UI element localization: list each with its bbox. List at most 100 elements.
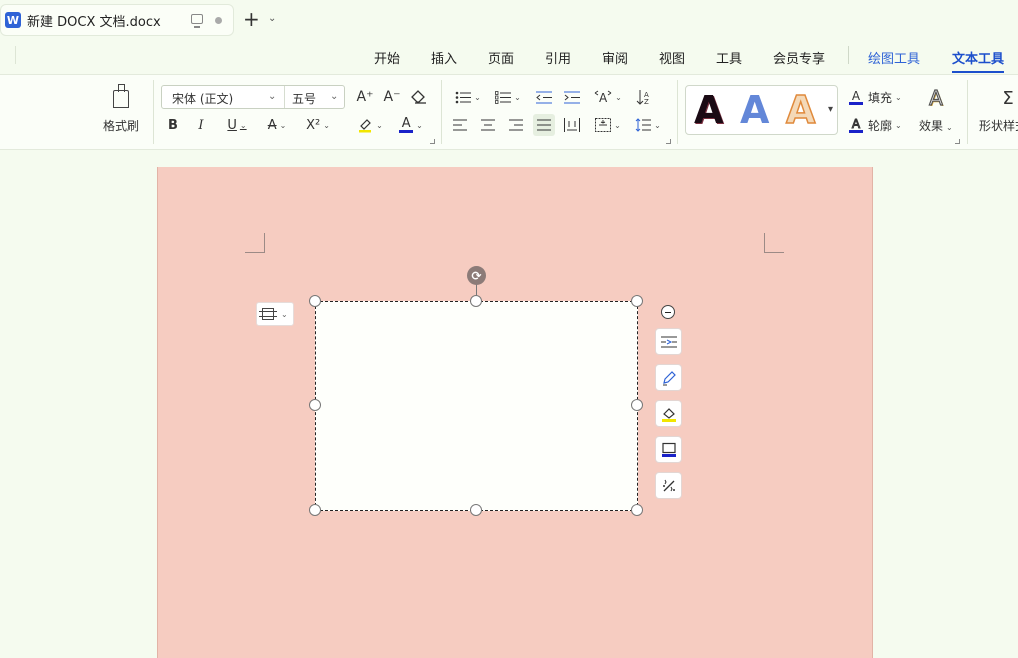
pen-tool[interactable]	[655, 364, 682, 391]
align-left-button[interactable]	[451, 116, 469, 134]
superscript-button[interactable]: X² ⌄	[302, 116, 334, 134]
increase-indent-button[interactable]	[563, 88, 581, 106]
new-tab-button[interactable]: +	[243, 8, 260, 30]
effects-tool[interactable]	[655, 472, 682, 499]
font-name-field[interactable]: 宋体 (正文)	[172, 90, 233, 107]
text-wrap-tool[interactable]	[655, 328, 682, 355]
tab-text-tools[interactable]: 文本工具	[952, 48, 1005, 73]
effects-label[interactable]: 效果 ⌄	[919, 117, 953, 134]
line-spacing-button[interactable]: ⌄	[633, 116, 663, 134]
align-left-icon	[453, 119, 467, 131]
collapse-icon[interactable]	[661, 305, 675, 319]
fill-tool[interactable]	[655, 400, 682, 427]
tab-page[interactable]: 页面	[488, 48, 514, 67]
vertical-align-button[interactable]: ⌄	[593, 116, 623, 134]
tab-view[interactable]: 视图	[659, 48, 685, 67]
distribute-button[interactable]	[563, 116, 581, 134]
resize-handle[interactable]	[631, 504, 643, 516]
resize-handle[interactable]	[631, 295, 643, 307]
resize-handle[interactable]	[309, 504, 321, 516]
unsaved-dot-icon[interactable]	[215, 17, 222, 24]
wordart-style-dark[interactable]: A	[694, 88, 723, 132]
format-painter-button[interactable]	[102, 84, 140, 112]
underline-button[interactable]: U ⌄	[222, 116, 252, 134]
chevron-down-icon[interactable]: ⌄	[268, 13, 276, 24]
chevron-down-icon[interactable]: ⌄	[376, 121, 383, 130]
wordart-style-blue[interactable]: A	[740, 88, 769, 132]
text-effects-button[interactable]: A	[922, 85, 950, 110]
text-box-shape[interactable]	[315, 301, 638, 511]
resize-handle[interactable]	[309, 399, 321, 411]
strikethrough-label: A	[267, 117, 277, 133]
align-center-button[interactable]	[479, 116, 497, 134]
rotate-icon[interactable]: ⟳	[467, 266, 486, 285]
chevron-down-icon[interactable]: ⌄	[895, 121, 902, 130]
format-painter-icon	[113, 84, 129, 108]
tab-references[interactable]: 引用	[545, 48, 571, 67]
chevron-down-icon[interactable]: ⌄	[474, 93, 481, 102]
font-size-field[interactable]: 五号	[292, 90, 316, 107]
outline-tool[interactable]	[655, 436, 682, 463]
chevron-down-icon[interactable]: ⌄	[514, 93, 521, 102]
monitor-icon[interactable]	[191, 14, 203, 28]
font-picker[interactable]: 宋体 (正文) ⌄ 五号 ⌄	[161, 85, 345, 109]
text-outline-button[interactable]: A 轮廓 ⌄	[849, 116, 909, 134]
tab-drawing-tools[interactable]: 绘图工具	[868, 48, 920, 67]
text-dialog-launcher[interactable]	[955, 139, 960, 144]
bullet-list-button[interactable]: ⌄	[453, 88, 483, 106]
tab-tools[interactable]: 工具	[716, 48, 742, 67]
resize-handle[interactable]	[470, 504, 482, 516]
tab-review[interactable]: 审阅	[602, 48, 628, 67]
strikethrough-button[interactable]: A ⌄	[262, 116, 292, 134]
text-direction-button[interactable]: A ⌄	[593, 88, 623, 106]
chevron-down-icon[interactable]: ⌄	[330, 91, 338, 102]
shape-style-button[interactable]: Σ	[996, 86, 1018, 110]
tab-member[interactable]: 会员专享	[773, 48, 825, 67]
align-justify-button[interactable]	[533, 114, 555, 136]
fill-icon: A	[851, 88, 861, 103]
chevron-down-icon[interactable]: ⌄	[280, 121, 287, 130]
resize-handle[interactable]	[309, 295, 321, 307]
italic-button[interactable]: I	[193, 116, 209, 134]
gallery-more-icon[interactable]: ▾	[828, 104, 833, 115]
tab-insert[interactable]: 插入	[431, 48, 457, 67]
resize-handle[interactable]	[631, 399, 643, 411]
chevron-down-icon[interactable]: ⌄	[615, 93, 622, 102]
fill-label: 填充	[868, 90, 893, 105]
wordart-gallery[interactable]: A A A ▾	[685, 85, 838, 135]
text-fill-button[interactable]: A 填充 ⌄	[849, 88, 909, 106]
sort-button[interactable]: AZ	[635, 87, 653, 107]
numbered-list-button[interactable]: ⌄	[493, 88, 523, 106]
chevron-down-icon[interactable]: ⌄	[654, 121, 661, 130]
ribbon-divider	[153, 80, 154, 144]
tab-home[interactable]: 开始	[374, 48, 400, 67]
chevron-down-icon[interactable]: ⌄	[614, 121, 621, 130]
wordart-style-orange[interactable]: A	[785, 87, 816, 133]
align-right-button[interactable]	[507, 116, 525, 134]
ribbon-divider	[967, 80, 968, 144]
clear-format-button[interactable]	[409, 88, 429, 106]
grow-font-button[interactable]: A⁺	[355, 88, 375, 106]
decrease-indent-button[interactable]	[535, 88, 553, 106]
highlight-button[interactable]: ⌄	[354, 116, 386, 134]
font-color-button[interactable]: A ⌄	[396, 115, 426, 135]
document-tab[interactable]: W 新建 DOCX 文档.docx	[0, 4, 234, 36]
chevron-down-icon[interactable]: ⌄	[323, 121, 330, 130]
chevron-down-icon[interactable]: ⌄	[946, 123, 953, 132]
shape-style-label[interactable]: 形状样式	[979, 117, 1018, 134]
outline-label: 轮廓	[868, 118, 893, 133]
outline-icon	[661, 442, 676, 457]
chevron-down-icon[interactable]: ⌄	[281, 310, 288, 319]
resize-handle[interactable]	[470, 295, 482, 307]
format-painter-label: 格式刷	[103, 119, 140, 133]
font-dialog-launcher[interactable]	[430, 139, 435, 144]
chevron-down-icon[interactable]: ⌄	[895, 93, 902, 102]
chevron-down-icon[interactable]: ⌄	[416, 121, 423, 130]
shrink-font-button[interactable]: A⁻	[382, 88, 402, 106]
distribute-icon	[564, 118, 580, 132]
layout-options-button[interactable]: ⌄	[256, 302, 294, 326]
bold-button[interactable]: B	[165, 116, 181, 134]
paragraph-dialog-launcher[interactable]	[666, 139, 671, 144]
chevron-down-icon[interactable]: ⌄	[240, 121, 247, 130]
chevron-down-icon[interactable]: ⌄	[268, 91, 276, 102]
